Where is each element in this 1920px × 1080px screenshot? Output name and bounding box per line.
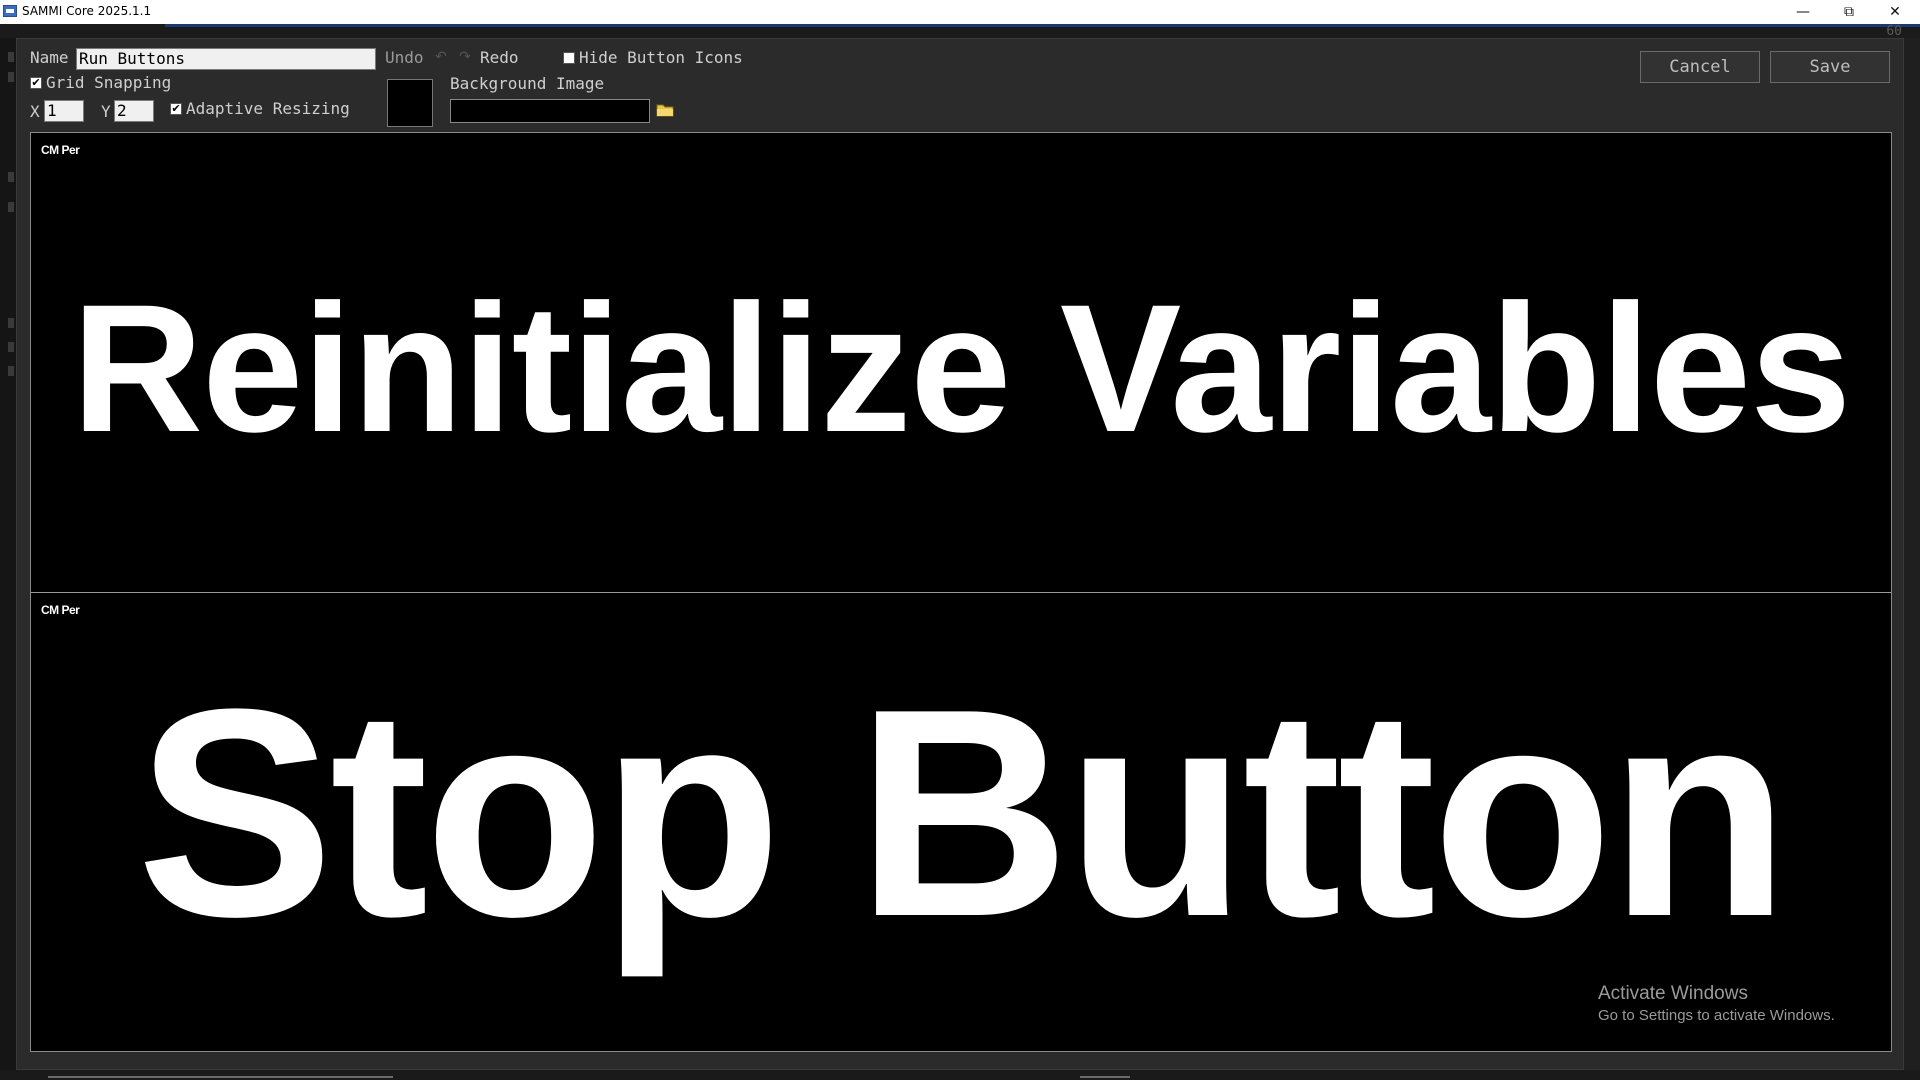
background-accent-line <box>165 24 1920 27</box>
redo-label: Redo <box>480 48 519 67</box>
background-app-strip: 60 <box>0 24 1920 39</box>
undo-label: Undo <box>385 48 424 67</box>
undo-icon[interactable]: ↶ <box>431 47 451 67</box>
rail-tick <box>8 318 14 328</box>
grid-snapping-checkbox[interactable]: ✔ <box>30 77 42 89</box>
rail-tick <box>8 202 14 212</box>
minimize-button[interactable]: — <box>1780 0 1826 24</box>
hide-button-icons-checkbox[interactable] <box>563 52 575 64</box>
x-label: X <box>30 102 40 121</box>
cancel-button[interactable]: Cancel <box>1640 51 1760 83</box>
background-image-field[interactable] <box>450 99 650 123</box>
name-label: Name <box>30 48 69 67</box>
button-layout-canvas[interactable]: CM Per Reinitialize Variables CM Per Sto… <box>30 132 1892 1052</box>
redo-icon[interactable]: ↷ <box>455 47 475 67</box>
background-counter: 60 <box>1886 24 1902 39</box>
grid-x-field[interactable]: 1 <box>44 100 84 122</box>
rail-tick <box>8 52 14 62</box>
hide-button-icons-label: Hide Button Icons <box>579 48 743 67</box>
adaptive-resizing-label: Adaptive Resizing <box>186 99 350 118</box>
grid-y-field[interactable]: 2 <box>114 100 154 122</box>
window-title: SAMMI Core 2025.1.1 <box>22 4 152 18</box>
button-editor-dialog: Name Run Buttons Undo ↶ ↷ Redo Hide Butt… <box>16 38 1904 1070</box>
restore-button[interactable]: ⧉ <box>1826 0 1872 24</box>
deck-button[interactable]: CM Per Reinitialize Variables <box>31 133 1891 593</box>
button-badge: CM Per <box>41 143 80 157</box>
rail-tick <box>8 172 14 182</box>
adaptive-resizing-checkbox[interactable]: ✔ <box>170 103 182 115</box>
bottom-scroll-segment <box>48 1076 393 1078</box>
rail-tick <box>8 342 14 352</box>
folder-icon[interactable] <box>655 101 675 119</box>
watermark-subtitle: Go to Settings to activate Windows. <box>1598 1007 1835 1024</box>
rail-tick <box>8 366 14 376</box>
bottom-scroll-segment <box>1080 1076 1130 1078</box>
watermark-title: Activate Windows <box>1598 983 1748 1004</box>
window-titlebar: SAMMI Core 2025.1.1 — ⧉ ✕ <box>0 0 1920 24</box>
button-label: Reinitialize Variables <box>71 266 1852 470</box>
background-image-label: Background Image <box>450 74 605 93</box>
grid-snapping-label: Grid Snapping <box>46 73 172 92</box>
name-field[interactable]: Run Buttons <box>76 48 376 70</box>
y-label: Y <box>101 102 111 121</box>
button-label: Stop Button <box>136 647 1789 978</box>
rail-tick <box>8 72 14 82</box>
activation-watermark: Activate Windows Go to Settings to activ… <box>1598 983 1835 1024</box>
close-window-button[interactable]: ✕ <box>1872 0 1918 24</box>
app-icon <box>3 5 17 17</box>
button-badge: CM Per <box>41 603 80 617</box>
background-bottom-strip <box>0 1070 1920 1080</box>
background-color-swatch[interactable] <box>387 79 433 127</box>
background-left-rail <box>0 38 16 1080</box>
save-button[interactable]: Save <box>1770 51 1890 83</box>
